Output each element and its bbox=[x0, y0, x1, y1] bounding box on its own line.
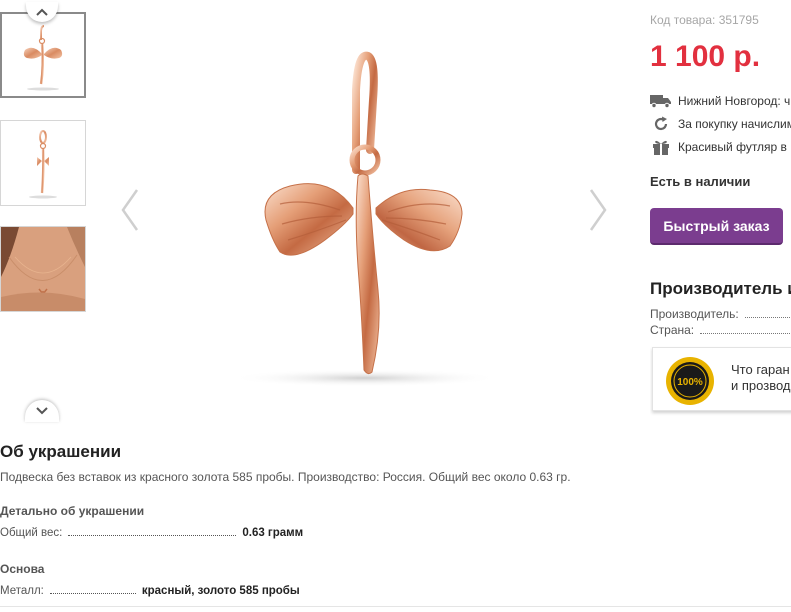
truck-icon bbox=[650, 93, 672, 109]
chevron-down-icon bbox=[36, 407, 48, 415]
thumbnail-image-pendant-on-neck bbox=[1, 227, 85, 311]
weight-value: 0.63 грамм bbox=[242, 527, 304, 539]
product-code: Код товара: 351795 bbox=[650, 13, 759, 27]
dotted-leader bbox=[700, 333, 791, 334]
dragonfly-pendant-image bbox=[230, 51, 500, 387]
delivery-text: Нижний Новгород: ч bbox=[678, 94, 791, 108]
thumbnail-2[interactable] bbox=[0, 120, 86, 206]
dotted-leader bbox=[68, 535, 237, 536]
weight-row: Общий вес: 0.63 грамм bbox=[0, 527, 303, 539]
country-label: Страна: bbox=[650, 323, 695, 337]
chevron-up-icon bbox=[36, 8, 48, 16]
refresh-icon bbox=[650, 116, 672, 132]
thumbnail-1[interactable] bbox=[0, 12, 86, 98]
thumbnail-3[interactable] bbox=[0, 226, 86, 312]
bottom-divider bbox=[0, 606, 791, 607]
seal-text: 100% bbox=[677, 377, 703, 388]
main-product-image bbox=[110, 0, 620, 400]
metal-value: красный, золото 585 пробы bbox=[141, 585, 300, 597]
guarantee-seal-icon: 100% bbox=[666, 357, 714, 405]
dotted-leader bbox=[744, 317, 791, 318]
metal-row: Металл: красный, золото 585 пробы bbox=[0, 585, 300, 597]
guarantee-banner[interactable]: 100% Что гаран и прозвод bbox=[652, 347, 791, 411]
manufacturer-label: Производитель: bbox=[650, 307, 739, 321]
about-heading: Об украшении bbox=[0, 442, 122, 461]
stock-status: Есть в наличии bbox=[650, 174, 751, 189]
guarantee-line-2: и прозвод bbox=[731, 378, 791, 393]
chevron-left-icon bbox=[121, 189, 139, 231]
base-heading: Основа bbox=[0, 562, 45, 576]
next-image-arrow[interactable] bbox=[586, 186, 610, 234]
metal-label: Металл: bbox=[0, 585, 44, 597]
thumbnails-scroll-down-button[interactable] bbox=[25, 400, 59, 422]
bonus-text: За покупку начислим bbox=[678, 117, 791, 131]
delivery-info[interactable]: Нижний Новгород: ч bbox=[650, 92, 790, 110]
product-price: 1 100 р. bbox=[650, 40, 761, 73]
thumbnail-image-pendant-front bbox=[23, 25, 63, 91]
guarantee-text: Что гаран и прозвод bbox=[731, 362, 790, 394]
product-summary-panel: Код товара: 351795 1 100 р. Нижний Новго… bbox=[650, 0, 791, 612]
manufacturer-heading: Производитель и bbox=[650, 279, 791, 298]
gift-text: Красивый футляр в п bbox=[678, 140, 791, 154]
previous-image-arrow[interactable] bbox=[118, 186, 142, 234]
manufacturer-row: Производитель: bbox=[650, 307, 791, 321]
gift-box-info: Красивый футляр в п bbox=[650, 138, 791, 156]
country-row: Страна: bbox=[650, 323, 791, 337]
gift-icon bbox=[650, 139, 672, 155]
details-heading: Детально об украшении bbox=[0, 504, 145, 518]
thumbnail-image-pendant-side bbox=[29, 130, 57, 199]
bonus-info: За покупку начислим bbox=[650, 115, 791, 133]
dotted-leader bbox=[49, 593, 136, 594]
about-description: Подвеска без вставок из красного золота … bbox=[0, 470, 571, 484]
weight-label: Общий вес: bbox=[0, 527, 63, 539]
quick-order-button[interactable]: Быстрый заказ bbox=[650, 208, 783, 245]
chevron-right-icon bbox=[589, 189, 607, 231]
guarantee-line-1: Что гаран bbox=[731, 362, 790, 377]
